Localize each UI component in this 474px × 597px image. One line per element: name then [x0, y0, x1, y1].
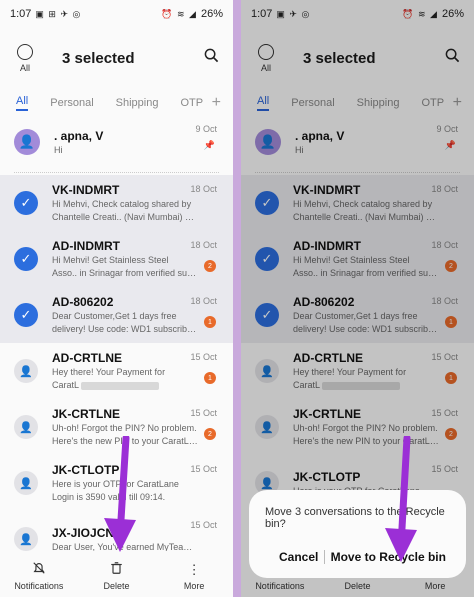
left-screen: 1:07 ▣ ⊞ ✈ ◎ ⏰ ≋ ◢ 26% All 3 selected Al…	[0, 0, 233, 597]
message-date: 15 Oct	[190, 352, 217, 362]
select-all-label: All	[19, 62, 30, 73]
bell-off-icon	[32, 561, 46, 578]
delete-button[interactable]: Delete	[81, 561, 151, 591]
dialog-message: Move 3 conversations to the Recycle bin?	[265, 506, 445, 530]
add-category-icon[interactable]: +	[212, 94, 221, 112]
more-button[interactable]: ⋮ More	[159, 562, 229, 591]
message-preview: CaratL	[52, 380, 79, 390]
tab-personal[interactable]: Personal	[50, 97, 93, 109]
system-icons: ⏰ ≋ ◢	[161, 8, 197, 19]
sender-name: . apna, V	[54, 128, 104, 143]
bottom-action-bar: Notifications Delete ⋮ More	[0, 551, 233, 597]
message-date: 9 Oct	[195, 124, 217, 134]
pin-icon: 📌	[203, 140, 215, 150]
tab-all[interactable]: All	[16, 95, 29, 111]
tab-otp[interactable]: OTP	[180, 97, 203, 109]
unchecked-avatar-icon[interactable]: 👤	[14, 527, 38, 551]
unread-badge: 1	[204, 316, 216, 328]
checked-icon[interactable]: ✓	[14, 303, 38, 327]
selection-count: 3 selected	[62, 49, 135, 67]
message-date: 15 Oct	[190, 520, 217, 530]
unchecked-avatar-icon[interactable]: 👤	[14, 415, 38, 439]
trash-icon	[110, 561, 123, 578]
notification-icons: ▣ ⊞ ✈ ◎	[35, 8, 82, 19]
cancel-button[interactable]: Cancel	[279, 550, 318, 564]
notifications-button[interactable]: Notifications	[4, 561, 74, 591]
battery-level: 26%	[200, 8, 223, 20]
unread-badge: 2	[204, 428, 216, 440]
message-date: 18 Oct	[190, 296, 217, 306]
status-time: 1:07	[10, 8, 32, 20]
conversation-row[interactable]: ✓ AD-806202 Dear Customer,Get 1 days fre…	[0, 287, 233, 343]
message-preview: Chantelle Creati.. (Navi Mumbai) Reply .…	[52, 212, 198, 222]
unread-badge: 1	[204, 372, 216, 384]
right-screen: 1:07 ▣ ✈ ◎ ⏰ ≋ ◢ 26% All 3 selected All …	[241, 0, 474, 597]
contact-avatar: 👤	[14, 129, 40, 155]
button-separator	[323, 550, 325, 564]
checked-icon[interactable]: ✓	[14, 247, 38, 271]
message-date: 18 Oct	[190, 184, 217, 194]
message-preview: Dear Customer,Get 1 days free	[52, 311, 177, 321]
conversation-row[interactable]: 👤 AD-CRTLNE Hey there! Your Payment for …	[0, 343, 233, 399]
select-all-toggle[interactable]: All	[12, 43, 38, 73]
conversation-row[interactable]: ✓ VK-INDMRT Hi Mehvi, Check catalog shar…	[0, 175, 233, 231]
status-bar: 1:07 ▣ ⊞ ✈ ◎ ⏰ ≋ ◢ 26%	[0, 0, 233, 28]
category-tabs: All Personal Shipping OTP +	[0, 88, 233, 118]
select-all-circle-icon	[17, 43, 33, 60]
pinned-conversation[interactable]: 👤 . apna, V Hi 9 Oct 📌	[0, 118, 233, 166]
more-vertical-icon: ⋮	[187, 561, 201, 577]
message-preview: Hi Mehvi! Get Stainless Steel	[52, 255, 169, 265]
message-preview: Asso.. in Srinagar from verified sup...	[52, 268, 198, 278]
search-icon[interactable]	[204, 48, 219, 67]
delete-label: Delete	[103, 581, 130, 591]
redacted-text	[81, 381, 160, 390]
more-label: More	[183, 580, 205, 591]
conversation-row[interactable]: ✓ AD-INDMRT Hi Mehvi! Get Stainless Stee…	[0, 231, 233, 287]
selection-header: All 3 selected	[0, 28, 233, 88]
message-preview: Hi Mehvi, Check catalog shared by	[52, 199, 192, 209]
message-date: 15 Oct	[190, 408, 217, 418]
message-preview: delivery! Use code: WD1 subscribe f...	[52, 324, 198, 334]
checked-icon[interactable]: ✓	[14, 191, 38, 215]
message-preview: Uh-oh! Forgot the PIN? No problem.	[52, 423, 197, 433]
tab-shipping[interactable]: Shipping	[116, 97, 159, 109]
pinned-divider	[14, 172, 219, 173]
notifications-label: Notifications	[14, 581, 64, 591]
message-preview: Hi	[54, 144, 63, 155]
message-date: 15 Oct	[190, 464, 217, 474]
unread-badge: 2	[204, 260, 216, 272]
message-preview: Hey there! Your Payment for	[52, 367, 166, 377]
unchecked-avatar-icon[interactable]: 👤	[14, 471, 38, 495]
pointer-arrow-icon	[104, 436, 136, 552]
move-to-recycle-bin-dialog: Move 3 conversations to the Recycle bin?…	[249, 490, 466, 578]
pointer-arrow-icon	[385, 436, 417, 562]
message-date: 18 Oct	[190, 240, 217, 250]
unchecked-avatar-icon[interactable]: 👤	[14, 359, 38, 383]
